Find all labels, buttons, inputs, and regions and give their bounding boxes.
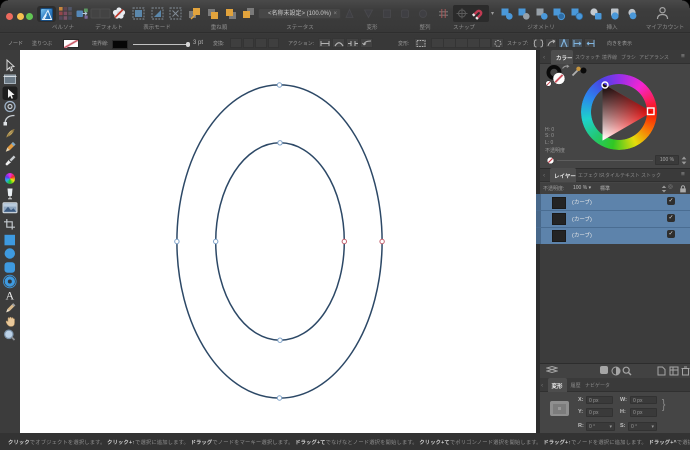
svg-text:A: A (6, 289, 15, 303)
